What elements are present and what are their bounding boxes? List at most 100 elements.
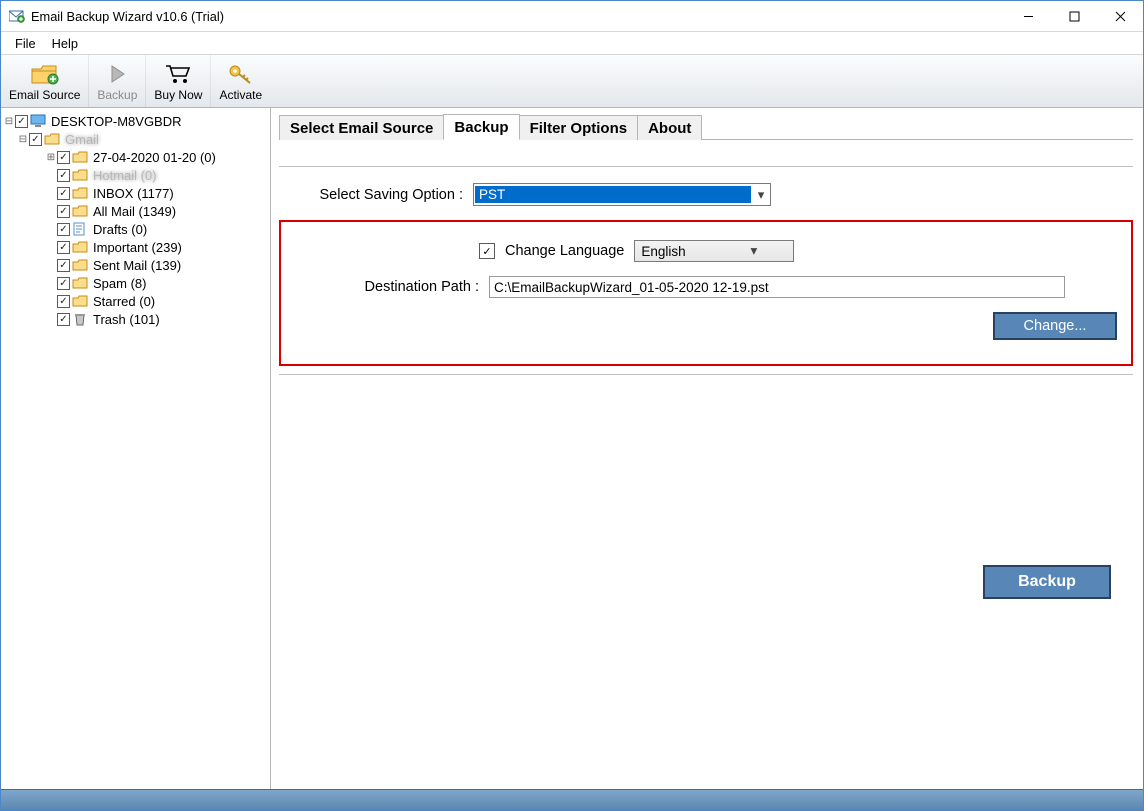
tree-root[interactable]: ⊟ DESKTOP-M8VGBDR — [3, 112, 268, 130]
tool-email-source[interactable]: Email Source — [1, 55, 89, 107]
checkbox[interactable] — [57, 295, 70, 308]
folder-icon — [72, 258, 88, 272]
language-value: English — [635, 244, 714, 259]
tree-item-label: All Mail (1349) — [91, 204, 178, 219]
checkbox[interactable] — [15, 115, 28, 128]
tree-item[interactable]: Important (239) — [45, 238, 268, 256]
tabstrip: Select Email Source Backup Filter Option… — [279, 114, 1133, 139]
folder-icon — [72, 150, 88, 164]
tool-backup-label: Backup — [97, 88, 137, 102]
folder-icon — [72, 222, 88, 236]
tree-item-label: Drafts (0) — [91, 222, 149, 237]
menubar: File Help — [1, 32, 1143, 55]
tool-activate[interactable]: Activate — [211, 55, 270, 107]
chevron-down-icon: ▾ — [714, 243, 793, 259]
folder-icon — [72, 204, 88, 218]
tree-account[interactable]: ⊟ Gmail — [17, 130, 268, 148]
menu-file[interactable]: File — [7, 34, 44, 53]
highlighted-options-box: Change Language English ▾ Destination Pa… — [279, 220, 1133, 366]
toolbar: Email Source Backup Buy Now Activate — [1, 55, 1143, 108]
divider — [279, 166, 1133, 167]
tab-filter-label: Filter Options — [530, 120, 628, 137]
tool-activate-label: Activate — [219, 88, 262, 102]
saving-option-select[interactable]: PST ▾ — [473, 183, 771, 206]
divider — [279, 374, 1133, 375]
tree-item-label: INBOX (1177) — [91, 186, 176, 201]
checkbox[interactable] — [57, 223, 70, 236]
folder-tree[interactable]: ⊟ DESKTOP-M8VGBDR ⊟ Gmail ⊞ 27-04-2020 01… — [1, 108, 271, 789]
checkbox[interactable] — [57, 205, 70, 218]
change-button[interactable]: Change... — [993, 312, 1117, 340]
app-icon — [9, 8, 25, 24]
checkbox[interactable] — [57, 241, 70, 254]
destination-path-row: Destination Path : C:\EmailBackupWizard_… — [295, 276, 1117, 298]
tool-buy-now-label: Buy Now — [154, 88, 202, 102]
close-button[interactable] — [1097, 1, 1143, 31]
main: ⊟ DESKTOP-M8VGBDR ⊟ Gmail ⊞ 27-04-2020 01… — [1, 108, 1143, 789]
checkbox[interactable] — [57, 259, 70, 272]
collapse-icon[interactable]: ⊟ — [17, 134, 29, 145]
tree-item-label: Starred (0) — [91, 294, 157, 309]
tree-item[interactable]: Hotmail (0) — [45, 166, 268, 184]
expand-icon[interactable]: ⊞ — [45, 152, 57, 163]
checkbox[interactable] — [57, 187, 70, 200]
folder-add-icon — [31, 61, 59, 87]
tab-source-label: Select Email Source — [290, 120, 433, 137]
tree-item[interactable]: Starred (0) — [45, 292, 268, 310]
tree-item[interactable]: Spam (8) — [45, 274, 268, 292]
tab-about-label: About — [648, 120, 691, 137]
monitor-icon — [30, 114, 46, 128]
checkbox[interactable] — [57, 151, 70, 164]
destination-path-input[interactable]: C:\EmailBackupWizard_01-05-2020 12-19.ps… — [489, 276, 1065, 298]
cart-icon — [164, 61, 192, 87]
folder-open-icon — [44, 132, 60, 146]
checkbox[interactable] — [57, 277, 70, 290]
tree-item[interactable]: Trash (101) — [45, 310, 268, 328]
backup-button[interactable]: Backup — [983, 565, 1111, 599]
tree-item-label: 27-04-2020 01-20 (0) — [91, 150, 218, 165]
tree-item[interactable]: Sent Mail (139) — [45, 256, 268, 274]
tab-about[interactable]: About — [637, 115, 702, 140]
change-button-label: Change... — [1024, 318, 1087, 334]
tool-buy-now[interactable]: Buy Now — [146, 55, 211, 107]
tree-item[interactable]: Drafts (0) — [45, 220, 268, 238]
tool-backup[interactable]: Backup — [89, 55, 146, 107]
change-language-checkbox[interactable] — [479, 243, 495, 259]
tree-item-label: Important (239) — [91, 240, 184, 255]
window-title: Email Backup Wizard v10.6 (Trial) — [31, 9, 224, 24]
saving-option-label: Select Saving Option : — [279, 187, 473, 203]
folder-icon — [72, 240, 88, 254]
folder-icon — [72, 294, 88, 308]
change-language-row: Change Language English ▾ — [479, 240, 1117, 262]
tree-item[interactable]: ⊞ 27-04-2020 01-20 (0) — [45, 148, 268, 166]
tree-item[interactable]: All Mail (1349) — [45, 202, 268, 220]
tab-select-email-source[interactable]: Select Email Source — [279, 115, 444, 140]
menu-help[interactable]: Help — [44, 34, 86, 53]
tab-filter-options[interactable]: Filter Options — [519, 115, 639, 140]
checkbox[interactable] — [29, 133, 42, 146]
tree-root-label: DESKTOP-M8VGBDR — [49, 114, 184, 129]
maximize-button[interactable] — [1051, 1, 1097, 31]
folder-icon — [72, 168, 88, 182]
checkbox[interactable] — [57, 169, 70, 182]
checkbox[interactable] — [57, 313, 70, 326]
tab-panel-backup: Select Saving Option : PST ▾ Change Lang… — [279, 139, 1133, 375]
destination-path-label: Destination Path : — [295, 279, 489, 295]
key-icon — [227, 61, 255, 87]
change-language-label: Change Language — [505, 243, 624, 259]
content: Select Email Source Backup Filter Option… — [271, 108, 1143, 789]
tree-item-label: Hotmail (0) — [91, 168, 159, 183]
collapse-icon[interactable]: ⊟ — [3, 116, 15, 127]
folder-icon — [72, 276, 88, 290]
tree-item-label: Trash (101) — [91, 312, 162, 327]
saving-option-value: PST — [475, 186, 751, 203]
tree-item-label: Sent Mail (139) — [91, 258, 183, 273]
tree-item-label: Spam (8) — [91, 276, 148, 291]
tab-backup[interactable]: Backup — [443, 114, 519, 140]
destination-path-value: C:\EmailBackupWizard_01-05-2020 12-19.ps… — [494, 280, 769, 295]
minimize-button[interactable] — [1005, 1, 1051, 31]
tool-email-source-label: Email Source — [9, 88, 80, 102]
folder-icon — [72, 312, 88, 326]
tree-item[interactable]: INBOX (1177) — [45, 184, 268, 202]
language-select[interactable]: English ▾ — [634, 240, 794, 262]
